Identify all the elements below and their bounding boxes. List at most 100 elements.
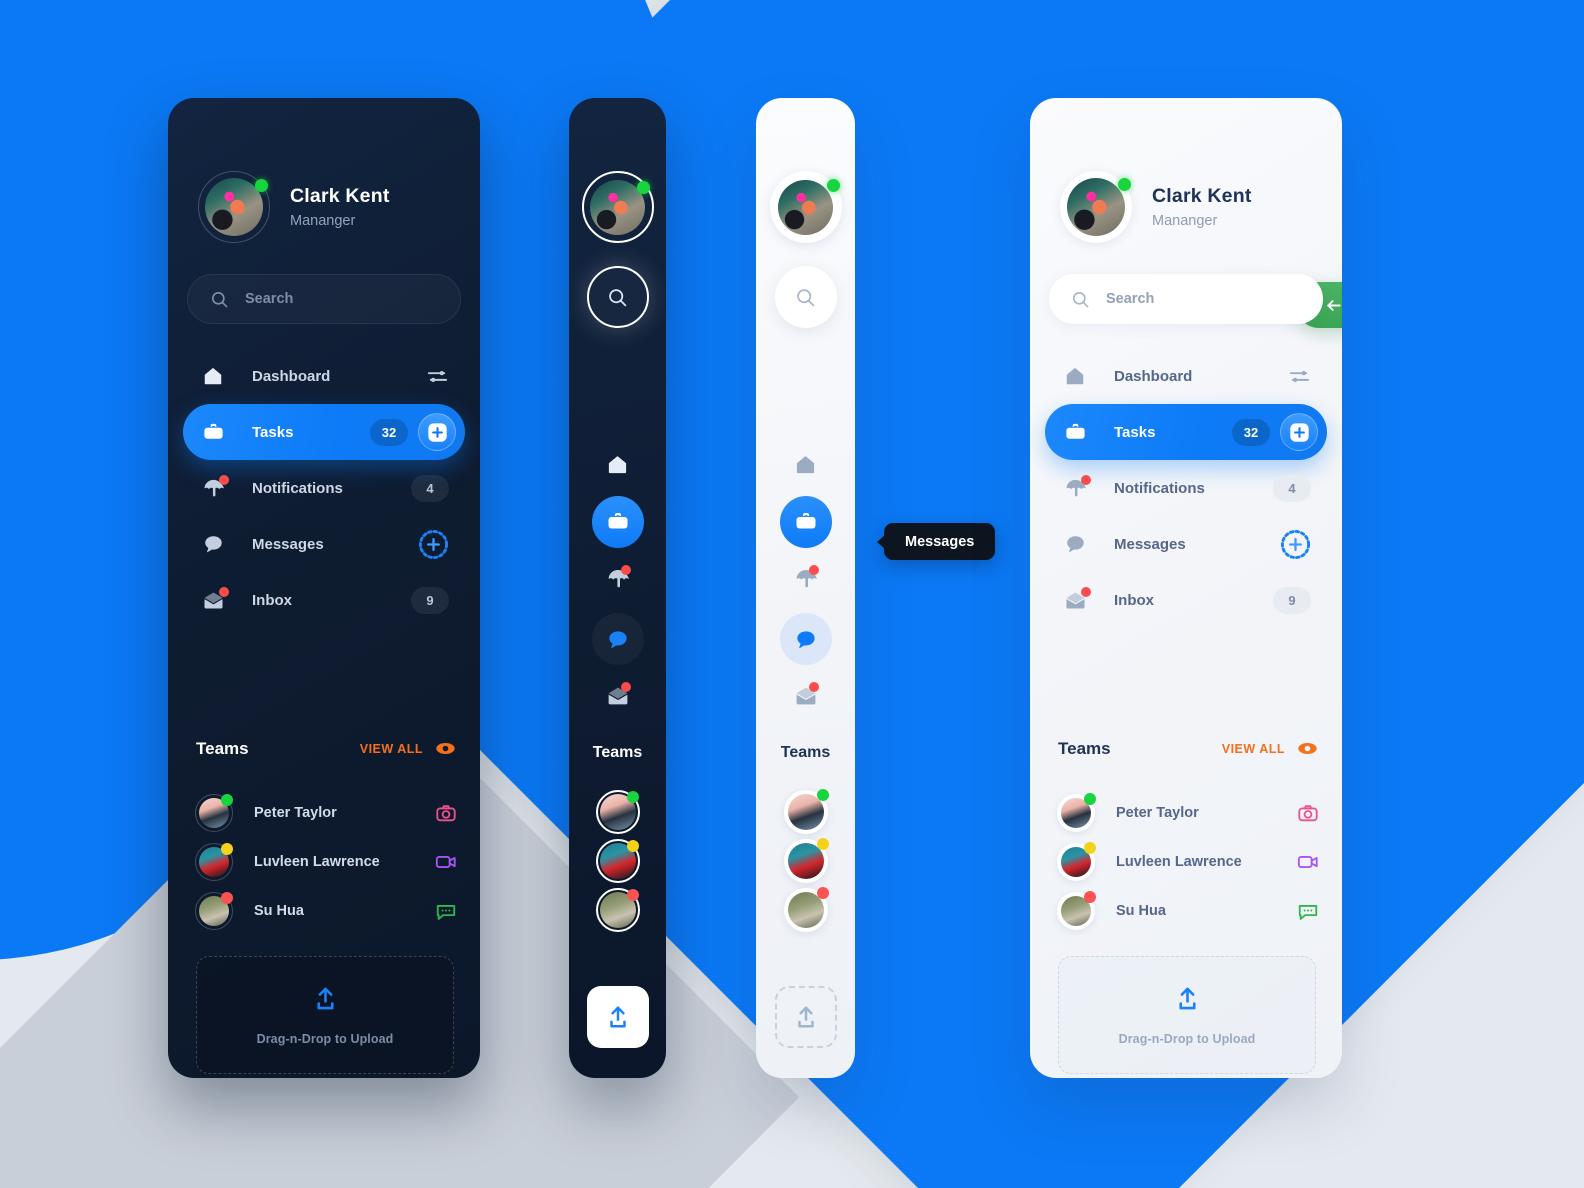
nav-item-tasks[interactable]: Tasks 32 (183, 404, 465, 460)
team-member-list: Peter Taylor Luvleen Lawrence Su Hua (195, 788, 459, 935)
nav-item-inbox[interactable]: Inbox 9 (1045, 572, 1327, 628)
camera-icon[interactable] (1297, 802, 1319, 824)
avatar (195, 842, 233, 881)
nav-label: Notifications (252, 479, 343, 497)
avatar-image (1067, 178, 1125, 236)
envelope-icon (198, 586, 229, 612)
upload-icon (316, 987, 334, 1009)
nav-item-dashboard[interactable]: Dashboard (1045, 348, 1327, 404)
briefcase-icon (608, 513, 627, 529)
nav-item-messages[interactable]: Messages (1045, 516, 1327, 572)
view-all-button[interactable]: VIEW ALL (1222, 738, 1318, 759)
status-dot (1084, 841, 1096, 854)
team-member-row[interactable]: Peter Taylor (1057, 788, 1321, 837)
team-member-name: Su Hua (254, 902, 304, 919)
team-member-row[interactable]: Luvleen Lawrence (195, 837, 459, 886)
plus-icon (427, 422, 447, 442)
nav-item-dashboard[interactable] (592, 438, 644, 490)
teams-title: Teams (196, 738, 249, 758)
nav-label: Tasks (1114, 423, 1156, 441)
tune-icon[interactable] (1288, 365, 1311, 388)
upload-dropzone[interactable] (774, 986, 837, 1048)
nav-item-notifications[interactable] (780, 555, 832, 607)
upload-dropzone[interactable] (586, 986, 649, 1048)
profile-name: Clark Kent (1152, 185, 1252, 207)
upload-dropzone[interactable]: Drag-n-Drop to Upload (1058, 956, 1316, 1074)
teams-title: Teams (592, 744, 643, 761)
nav-item-tasks[interactable] (779, 496, 832, 548)
avatar-image (778, 179, 833, 235)
search-icon (211, 291, 228, 307)
nav-label: Dashboard (1114, 367, 1193, 385)
team-member-row[interactable]: Su Hua (1057, 886, 1321, 935)
camera-icon[interactable] (435, 802, 457, 824)
tasks-badge: 32 (370, 418, 408, 446)
avatar[interactable] (198, 171, 270, 243)
notifications-badge: 4 (411, 474, 449, 502)
nav-item-dashboard[interactable]: Dashboard (183, 348, 465, 404)
search-button[interactable] (774, 266, 837, 328)
team-member-avatar[interactable] (595, 888, 640, 932)
tune-icon[interactable] (426, 365, 449, 388)
nav-item-inbox[interactable] (780, 672, 832, 724)
nav-item-messages[interactable]: Messages (183, 516, 465, 572)
upload-icon (797, 1006, 814, 1028)
video-icon[interactable] (1297, 851, 1319, 873)
team-member-avatar[interactable] (595, 790, 640, 834)
tooltip-messages: Messages (876, 523, 996, 560)
nav-list: Dashboard Tasks 32 Notifications 4 Messa… (183, 348, 465, 628)
nav-item-notifications[interactable] (592, 555, 644, 607)
umbrella-icon (1060, 474, 1091, 500)
avatar[interactable] (581, 171, 654, 243)
team-member-row[interactable]: Luvleen Lawrence (1057, 837, 1321, 886)
avatar[interactable] (769, 171, 842, 243)
dotted-add-icon[interactable] (1280, 529, 1311, 560)
status-dot-online (636, 181, 650, 194)
home-icon (608, 455, 627, 473)
nav-item-dashboard[interactable] (780, 438, 832, 490)
dotted-add-icon[interactable] (418, 529, 449, 560)
message-dots-icon[interactable] (1297, 900, 1319, 922)
nav-item-tasks[interactable]: Tasks 32 (1045, 404, 1327, 460)
search-input[interactable]: Search (1049, 274, 1323, 324)
inbox-badge: 9 (411, 586, 449, 614)
status-dot (816, 887, 829, 899)
video-icon[interactable] (435, 851, 457, 873)
search-input[interactable]: Search (187, 274, 461, 324)
add-task-button[interactable] (1280, 413, 1318, 451)
add-task-button[interactable] (418, 413, 456, 451)
view-all-button[interactable]: VIEW ALL (360, 738, 456, 759)
chat-bubble-icon (198, 533, 228, 555)
team-member-row[interactable]: Su Hua (195, 886, 459, 935)
nav-label: Inbox (252, 591, 292, 609)
team-member-avatar[interactable] (783, 789, 829, 834)
team-member-avatar[interactable] (783, 838, 829, 883)
eye-icon (436, 742, 455, 755)
chat-bubble-icon (609, 630, 627, 648)
nav-item-messages[interactable] (779, 613, 832, 665)
nav-item-inbox[interactable]: Inbox 9 (183, 572, 465, 628)
search-button[interactable] (586, 266, 649, 328)
avatar (1057, 890, 1096, 930)
status-dot (221, 793, 233, 806)
team-member-avatar[interactable] (595, 839, 640, 883)
home-icon (1060, 365, 1090, 387)
nav-item-inbox[interactable] (592, 672, 644, 724)
nav-item-tasks[interactable] (591, 496, 644, 548)
avatar[interactable] (1060, 171, 1132, 243)
upload-dropzone[interactable]: Drag-n-Drop to Upload (196, 956, 454, 1074)
nav-item-messages[interactable] (591, 613, 644, 665)
arrow-left-icon (1326, 299, 1341, 311)
avatar (1057, 841, 1096, 881)
team-member-row[interactable]: Peter Taylor (195, 788, 459, 837)
status-dot-online (826, 179, 840, 192)
nav-item-notifications[interactable]: Notifications 4 (183, 460, 465, 516)
status-dot-online (1118, 178, 1131, 191)
briefcase-icon (1060, 421, 1090, 444)
inbox-pip (219, 586, 229, 597)
message-dots-icon[interactable] (435, 900, 457, 922)
search-placeholder: Search (1106, 291, 1155, 307)
upload-icon (1178, 987, 1196, 1009)
nav-item-notifications[interactable]: Notifications 4 (1045, 460, 1327, 516)
team-member-avatar[interactable] (783, 887, 829, 932)
